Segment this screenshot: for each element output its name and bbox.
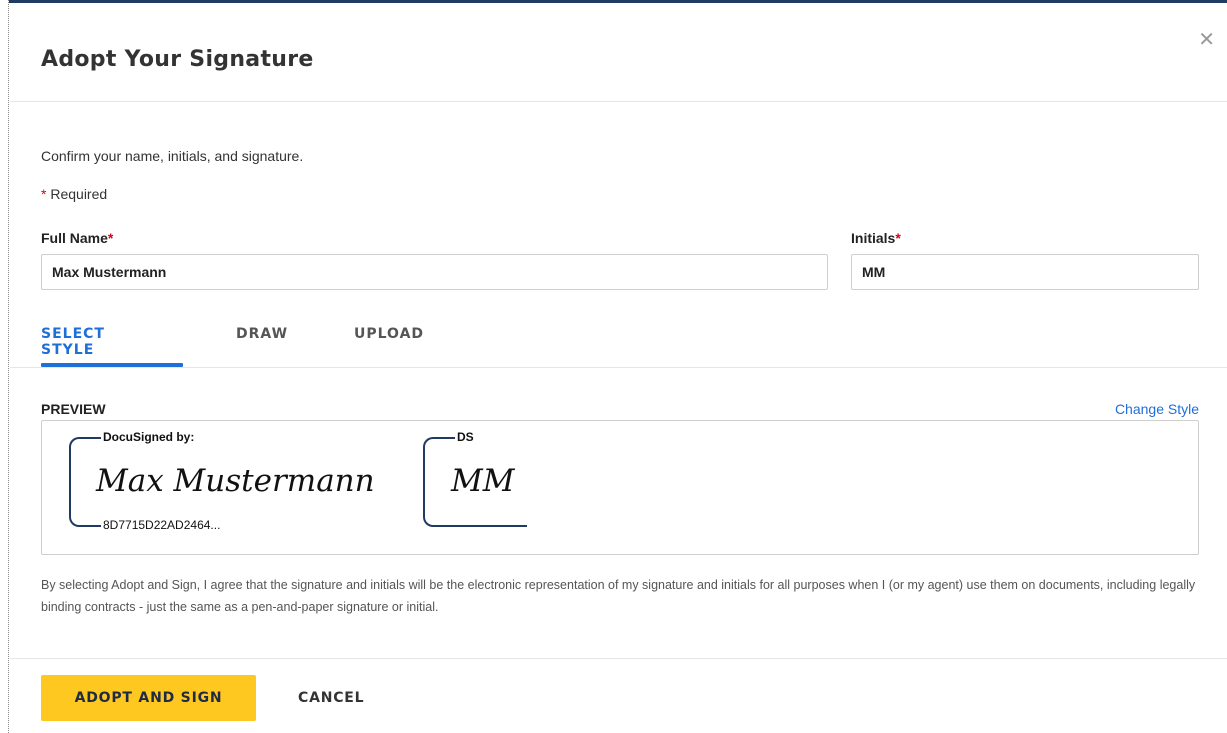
tab-upload[interactable]: UPLOAD	[354, 323, 424, 369]
initials-script: MM	[451, 463, 515, 499]
initials-asterisk: *	[895, 230, 901, 246]
change-style-link[interactable]: Change Style	[1115, 401, 1199, 417]
preview-label: PREVIEW	[41, 401, 106, 417]
signature-id: 8D7715D22AD2464...	[101, 518, 223, 532]
initials-header: DS	[455, 430, 476, 444]
tab-select-style-label: SELECT STYLE	[41, 326, 105, 358]
required-label: Required	[50, 186, 108, 202]
initials-frame-bottom-line	[437, 525, 527, 527]
close-icon[interactable]: ✕	[1198, 29, 1215, 49]
adopt-and-sign-button[interactable]: ADOPT AND SIGN	[41, 675, 256, 721]
tab-draw-label: DRAW	[236, 326, 289, 342]
footer-divider	[10, 658, 1227, 659]
page-edge-divider	[8, 0, 9, 733]
full-name-asterisk: *	[107, 230, 114, 246]
signature-preview-box: DocuSigned by: Max Mustermann 8D7715D22A…	[41, 420, 1199, 555]
initials-preview: DS MM	[423, 430, 533, 531]
initials-label-text: Initials	[851, 230, 896, 246]
instructions-text: Confirm your name, initials, and signatu…	[41, 148, 304, 164]
signature-preview: DocuSigned by: Max Mustermann 8D7715D22A…	[69, 430, 399, 532]
signature-script: Max Mustermann	[96, 463, 375, 499]
initials-input[interactable]	[851, 254, 1199, 290]
cancel-button[interactable]: CANCEL	[278, 675, 388, 721]
dialog-title: Adopt Your Signature	[41, 47, 314, 72]
signature-frame-bottom-line	[83, 525, 103, 527]
tab-draw[interactable]: DRAW	[236, 323, 288, 369]
initials-label: Initials*	[851, 230, 901, 246]
tab-select-style[interactable]: SELECT STYLE	[41, 323, 183, 369]
required-note: * Required	[41, 186, 107, 202]
adopt-signature-dialog: ✕ Adopt Your Signature Confirm your name…	[10, 3, 1227, 733]
header-divider	[10, 101, 1227, 102]
full-name-label-text: Full Name	[41, 230, 108, 246]
signature-header: DocuSigned by:	[101, 430, 197, 444]
required-asterisk: *	[41, 186, 47, 202]
full-name-input[interactable]	[41, 254, 828, 290]
tab-upload-label: UPLOAD	[354, 326, 425, 342]
signature-frame-top-line	[83, 437, 103, 439]
tabs-divider	[10, 367, 1227, 368]
initials-frame-top-line	[437, 437, 457, 439]
legal-disclaimer: By selecting Adopt and Sign, I agree tha…	[41, 578, 1196, 614]
full-name-label: Full Name*	[41, 230, 113, 246]
